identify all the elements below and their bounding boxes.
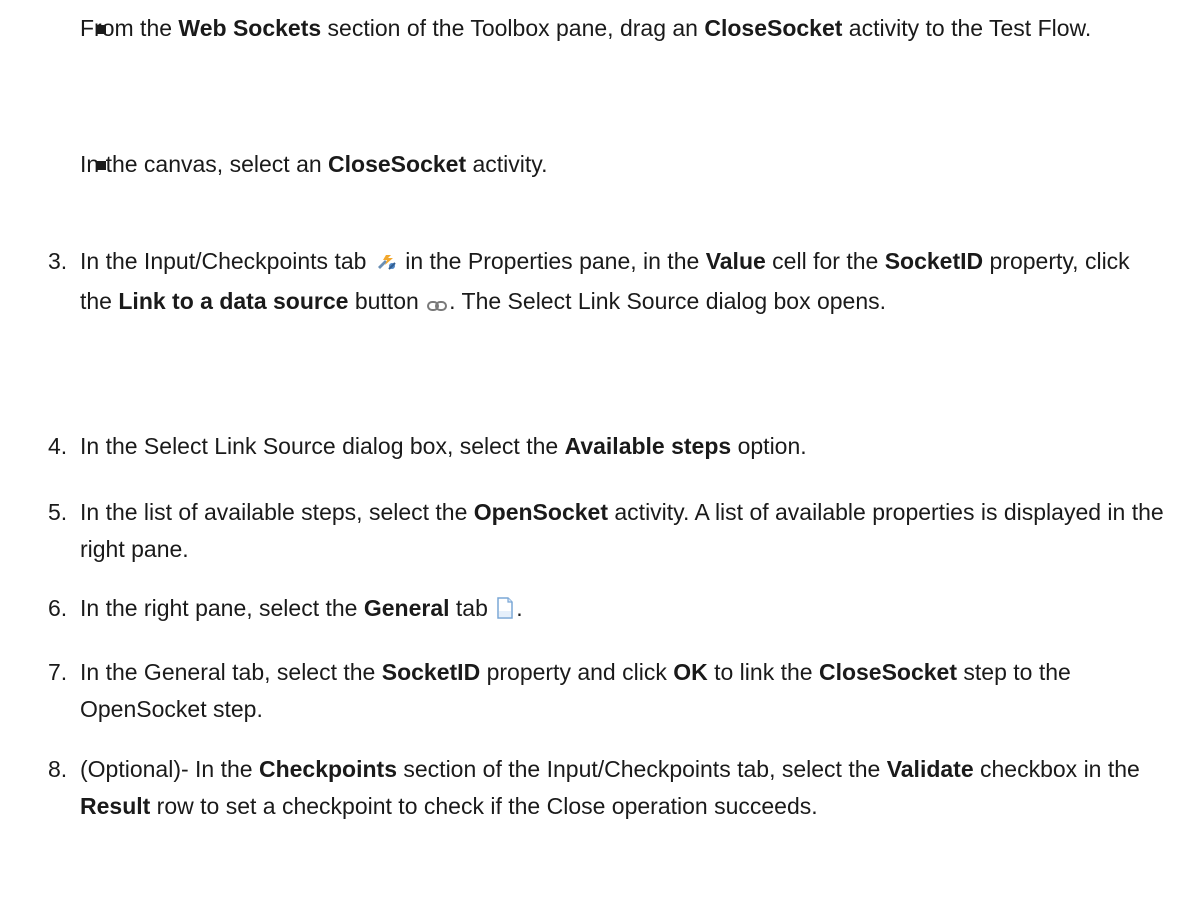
text-run: In the Select Link Source dialog box, se… (80, 433, 565, 459)
step-6: 6. In the right pane, select the General… (0, 590, 1177, 630)
general-tab-icon (496, 593, 514, 630)
step-8: 8. (Optional)- In the Checkpoints sectio… (0, 751, 1177, 825)
bold-run: SocketID (884, 248, 984, 274)
bold-run: Validate (886, 756, 974, 782)
bold-run: CloseSocket (818, 659, 958, 685)
bold-run: Checkpoints (258, 756, 397, 782)
text-run: section of the Toolbox pane, drag an (321, 15, 705, 41)
bullet-item-drag-closesocket: From the Web Sockets section of the Tool… (56, 10, 1177, 47)
step-text: In the Select Link Source dialog box, se… (0, 428, 1177, 465)
text-run: to link the (707, 659, 819, 685)
step-number: 5. (48, 499, 68, 525)
step-text: In the right pane, select the General ta… (0, 590, 1177, 630)
text-run: activity. (466, 151, 548, 177)
text-run: In the General tab, select the (80, 659, 382, 685)
bullet-marker (97, 161, 106, 170)
step-number: 3. (48, 248, 68, 274)
step-3: 3. In the Input/Checkpoints tab in the P… (0, 243, 1177, 323)
text-run: In the list of available steps, select t… (80, 499, 474, 525)
text-run: In the Input/Checkpoints tab (80, 248, 373, 274)
bold-run: Available steps (564, 433, 732, 459)
step-text: In the list of available steps, select t… (0, 494, 1177, 568)
text-run: checkbox in the (973, 756, 1140, 782)
bold-run: Web Sockets (178, 15, 322, 41)
step-number: 6. (48, 595, 68, 621)
text-run: tab (449, 595, 495, 621)
text-run: in the Properties pane, in the (398, 248, 706, 274)
text-run: button (348, 288, 426, 314)
bold-run: Value (705, 248, 766, 274)
step-number: 4. (48, 433, 68, 459)
text-run: (Optional)- In the (80, 756, 259, 782)
text-run: section of the Input/Checkpoints tab, se… (397, 756, 887, 782)
text-run: From the (80, 15, 179, 41)
bullet-text: In the canvas, select an CloseSocket act… (0, 146, 1177, 183)
text-run: . (516, 595, 523, 621)
text-run: . The Select Link Source dialog box open… (449, 288, 887, 314)
bold-run: General (363, 595, 450, 621)
step-number: 7. (48, 659, 68, 685)
text-run: property and click (480, 659, 674, 685)
step-5: 5. In the list of available steps, selec… (0, 494, 1177, 568)
input-checkpoints-icon (375, 246, 397, 283)
step-text: (Optional)- In the Checkpoints section o… (0, 751, 1177, 825)
bold-run: SocketID (381, 659, 481, 685)
step-4: 4. In the Select Link Source dialog box,… (0, 428, 1177, 465)
text-run: In the canvas, select an (80, 151, 329, 177)
text-run: row to set a checkpoint to check if the … (150, 793, 818, 819)
step-text: In the Input/Checkpoints tab in the Prop… (0, 243, 1177, 323)
text-run: option. (731, 433, 807, 459)
step-number: 8. (48, 756, 68, 782)
text-run: In the right pane, select the (80, 595, 364, 621)
text-run: activity to the Test Flow. (842, 15, 1092, 41)
text-run: cell for the (765, 248, 885, 274)
bold-run: CloseSocket (704, 15, 843, 41)
bold-run: OK (673, 659, 708, 685)
link-icon (427, 286, 448, 323)
bold-run: Result (80, 793, 151, 819)
bullet-marker (97, 25, 106, 34)
bullet-item-select-closesocket: In the canvas, select an CloseSocket act… (56, 146, 1177, 183)
bold-run: CloseSocket (328, 151, 467, 177)
step-text: In the General tab, select the SocketID … (0, 654, 1177, 728)
bold-run: Link to a data source (118, 288, 349, 314)
step-7: 7. In the General tab, select the Socket… (0, 654, 1177, 728)
bullet-text: From the Web Sockets section of the Tool… (0, 10, 1177, 47)
document-page: From the Web Sockets section of the Tool… (0, 0, 1177, 906)
bold-run: OpenSocket (473, 499, 608, 525)
